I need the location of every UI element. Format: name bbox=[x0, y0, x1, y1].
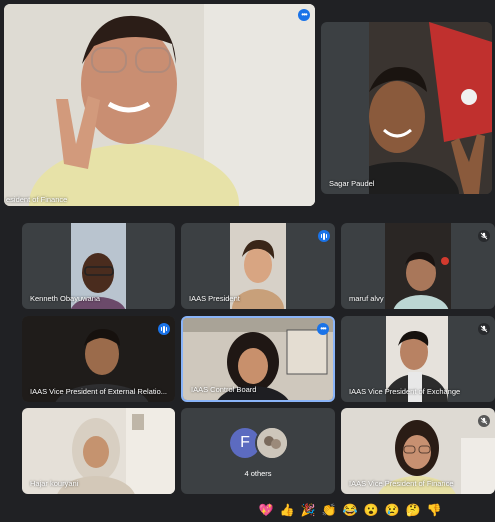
reaction-clapping-hands[interactable]: 👏 bbox=[321, 502, 337, 518]
participant-tile-main-speaker[interactable]: ••• esident of Finance bbox=[4, 4, 315, 206]
more-options-icon[interactable]: ••• bbox=[320, 325, 326, 333]
options-indicator[interactable]: ••• bbox=[317, 323, 329, 335]
avatar bbox=[255, 426, 289, 460]
participant-tile-exchange[interactable]: IAAS Vice President of Exchange bbox=[341, 316, 495, 402]
mic-off-icon bbox=[480, 417, 488, 425]
participant-video bbox=[385, 223, 451, 309]
reaction-thumbs-up[interactable]: 👍 bbox=[279, 502, 295, 518]
participant-tile-maruf[interactable]: maruf alvy bbox=[341, 223, 495, 309]
participant-tile-iaas-president[interactable]: IAAS President bbox=[181, 223, 335, 309]
muted-indicator bbox=[478, 230, 490, 242]
participant-name: Sagar Paudel bbox=[329, 179, 375, 188]
speaking-indicator: ••• bbox=[298, 9, 310, 21]
participant-tile-external[interactable]: IAAS Vice President of External Relatio.… bbox=[22, 316, 175, 402]
participant-tile-kenneth[interactable]: Kenneth Obayuwana bbox=[22, 223, 175, 309]
participant-tile-finance[interactable]: IAAS Vice President of Finance bbox=[341, 408, 495, 494]
muted-indicator bbox=[478, 415, 490, 427]
participant-name: IAAS Vice President of External Relatio.… bbox=[30, 387, 168, 396]
participant-tile-sagar[interactable]: Sagar Paudel bbox=[321, 22, 492, 194]
muted-indicator bbox=[478, 323, 490, 335]
participant-name: esident of Finance bbox=[6, 195, 68, 204]
avatar-photo bbox=[257, 428, 287, 458]
video-frame bbox=[385, 223, 451, 309]
participant-name: Hajar kouryani bbox=[30, 479, 79, 488]
reaction-thinking[interactable]: 🤔 bbox=[405, 502, 421, 518]
participant-tile-others[interactable]: F 4 others bbox=[181, 408, 335, 494]
reaction-sparkling-heart[interactable]: 💖 bbox=[258, 502, 274, 518]
participant-name: IAAS Vice President of Exchange bbox=[349, 387, 461, 396]
mic-off-icon bbox=[480, 232, 488, 240]
speaking-indicator bbox=[318, 230, 330, 242]
reaction-party-popper[interactable]: 🎉 bbox=[300, 502, 316, 518]
reactions-bar: 💖 👍 🎉 👏 😂 😮 😢 🤔 👎 bbox=[258, 502, 442, 518]
reaction-tears-of-joy[interactable]: 😂 bbox=[342, 502, 358, 518]
speaking-indicator bbox=[158, 323, 170, 335]
video-frame bbox=[4, 4, 315, 206]
participant-name: Kenneth Obayuwana bbox=[30, 294, 101, 303]
participant-tile-hajar[interactable]: Hajar kouryani bbox=[22, 408, 175, 494]
participant-video bbox=[369, 22, 492, 194]
participant-name: IAAS Vice President of Finance bbox=[349, 479, 454, 488]
audio-bars-icon bbox=[320, 232, 328, 240]
participant-name: maruf alvy bbox=[349, 294, 384, 303]
reaction-crying[interactable]: 😢 bbox=[384, 502, 400, 518]
audio-bars-icon bbox=[160, 325, 168, 333]
participant-name: IAAS Control Board bbox=[191, 385, 257, 394]
more-options-icon[interactable]: ••• bbox=[301, 11, 307, 19]
others-count: 4 others bbox=[244, 469, 272, 478]
participant-name: IAAS President bbox=[189, 294, 240, 303]
reaction-thumbs-down[interactable]: 👎 bbox=[426, 502, 442, 518]
participant-video bbox=[4, 4, 315, 206]
reaction-surprised[interactable]: 😮 bbox=[363, 502, 379, 518]
video-frame bbox=[369, 22, 492, 194]
mic-off-icon bbox=[480, 325, 488, 333]
participant-tile-control-board[interactable]: ••• IAAS Control Board bbox=[181, 316, 335, 402]
